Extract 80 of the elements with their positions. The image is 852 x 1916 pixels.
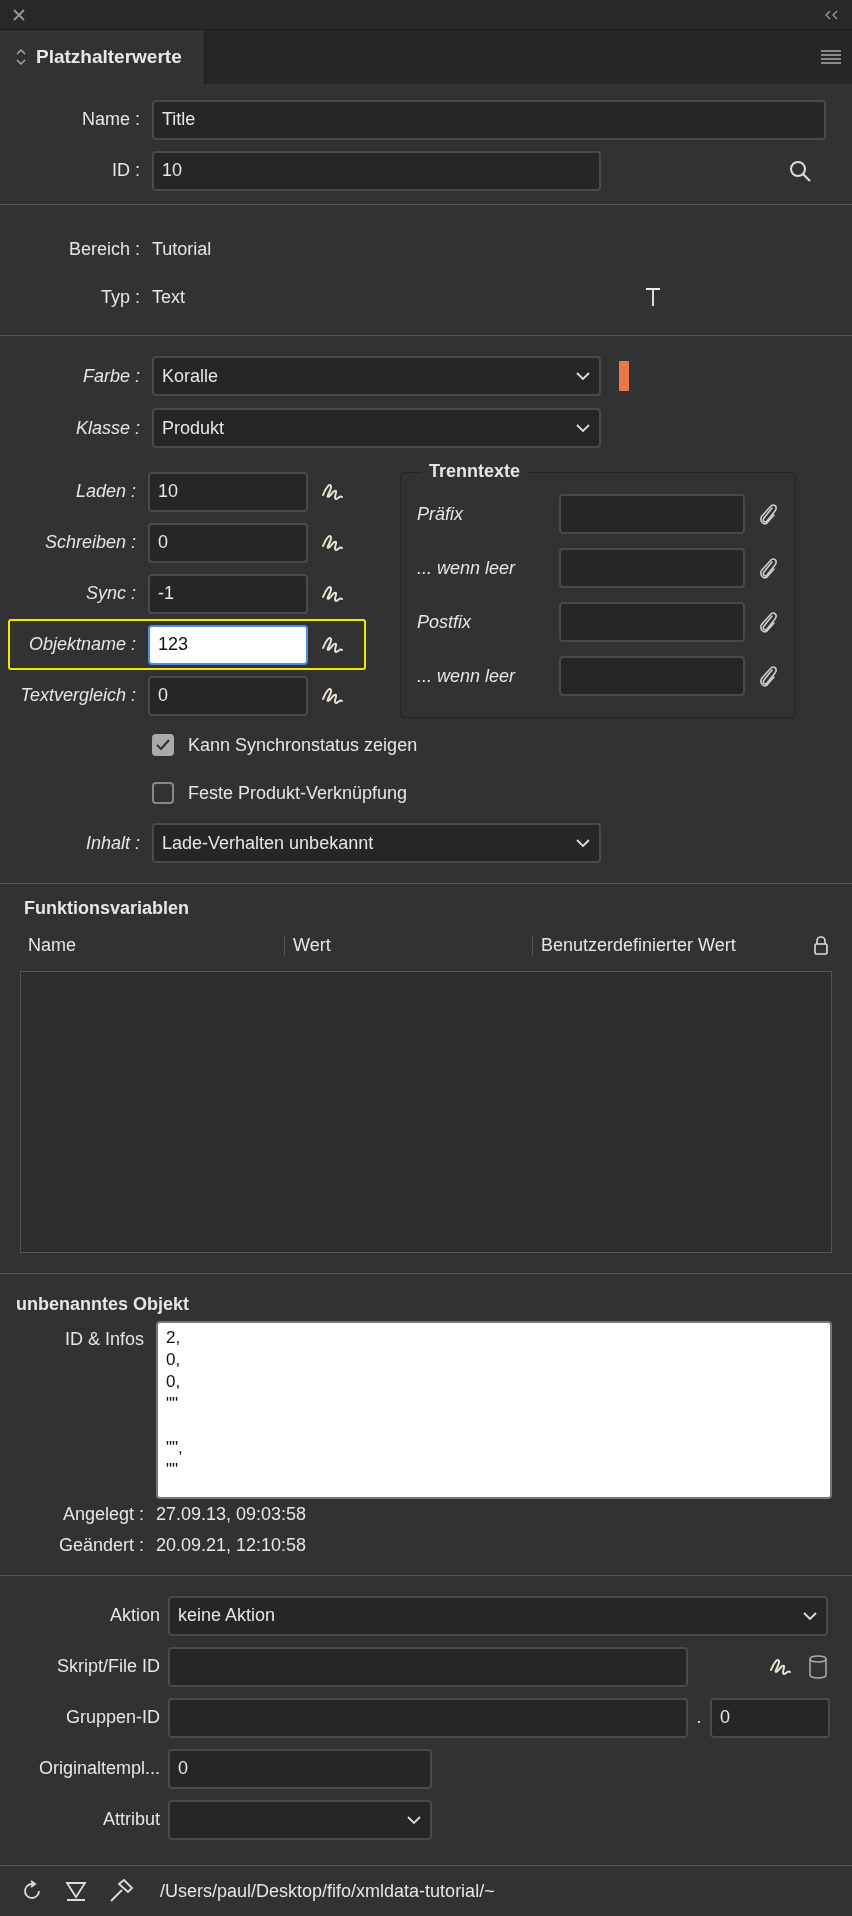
hammer-icon[interactable] xyxy=(108,1878,134,1904)
chevron-down-icon xyxy=(575,838,591,848)
checkmark-icon xyxy=(155,738,171,752)
field-value: Tutorial xyxy=(152,238,212,260)
field-value: Text xyxy=(152,286,185,308)
field-label: Inhalt : xyxy=(84,832,140,854)
lock-icon[interactable] xyxy=(813,935,829,955)
filter-icon[interactable] xyxy=(64,1879,88,1903)
panel-tab[interactable]: Platzhalterwerte xyxy=(0,30,205,84)
field-label: Farbe : xyxy=(81,365,140,387)
separator-dot: . xyxy=(695,1707,703,1728)
search-icon[interactable] xyxy=(788,158,812,183)
text-field[interactable]: Title xyxy=(152,99,826,140)
field-label: Sync : xyxy=(84,583,136,604)
field-label: Postfix xyxy=(417,611,473,633)
menu-icon[interactable] xyxy=(820,49,842,65)
text-field[interactable] xyxy=(168,1697,688,1738)
chevron-down-icon xyxy=(575,423,591,433)
section-title: Funktionsvariablen xyxy=(24,898,191,919)
info-text-area[interactable]: 2, 0, 0, "" "", "" xyxy=(156,1321,832,1499)
field-label: Textvergleich : xyxy=(19,685,136,706)
content-dropdown[interactable]: Lade-Verhalten unbekannt xyxy=(152,823,601,863)
text-field[interactable]: 123 xyxy=(148,624,308,665)
field-label: ID : xyxy=(111,160,140,181)
field-label: Präfix xyxy=(417,503,465,525)
file-path: /Users/paul/Desktop/fifo/xmldata-tutorial/~ xyxy=(160,1880,495,1902)
paperclip-icon[interactable] xyxy=(757,609,779,635)
text-type-icon xyxy=(645,287,661,307)
chevron-down-icon xyxy=(406,1814,422,1825)
field-label: Objektname : xyxy=(27,634,136,655)
text-field[interactable]: 0 xyxy=(168,1748,432,1789)
field-label: Skript/File ID xyxy=(55,1656,160,1677)
field-label: Geändert : xyxy=(57,1535,144,1556)
paperclip-icon[interactable] xyxy=(757,501,779,527)
field-label: Typ : xyxy=(100,286,140,308)
checkbox-label: Feste Produkt-Verknüpfung xyxy=(188,782,408,804)
text-field[interactable]: 0 xyxy=(148,675,308,716)
action-dropdown[interactable]: keine Aktion xyxy=(168,1595,828,1636)
database-icon[interactable] xyxy=(808,1653,828,1680)
field-label: ID & Infos xyxy=(63,1328,144,1351)
field-value: 20.09.21, 12:10:58 xyxy=(156,1535,307,1556)
text-field[interactable]: 10 xyxy=(148,471,308,512)
field-label: Name : xyxy=(80,109,140,130)
text-field[interactable]: 0 xyxy=(148,522,308,563)
column-header[interactable]: Name xyxy=(20,934,285,956)
paperclip-icon[interactable] xyxy=(757,555,779,581)
sort-arrows-icon xyxy=(16,48,26,66)
section-title: unbenanntes Objekt xyxy=(16,1294,191,1315)
chevron-down-icon xyxy=(575,371,591,381)
field-value: 27.09.13, 09:03:58 xyxy=(156,1504,307,1525)
collapse-icon[interactable] xyxy=(824,9,840,20)
chevron-down-icon xyxy=(802,1610,818,1621)
field-label: Laden : xyxy=(74,481,136,502)
field-label: ... wenn leer xyxy=(417,665,517,687)
text-field[interactable]: 0 xyxy=(710,1697,830,1738)
class-dropdown[interactable]: Produkt xyxy=(152,408,601,448)
field-label: Originaltempl... xyxy=(37,1758,160,1779)
text-field[interactable] xyxy=(559,656,745,696)
close-icon[interactable] xyxy=(12,7,26,22)
checkbox[interactable] xyxy=(152,782,174,804)
field-label: Aktion xyxy=(108,1605,160,1626)
column-header[interactable]: Wert xyxy=(285,934,533,956)
checkbox-label: Kann Synchronstatus zeigen xyxy=(188,734,418,756)
field-label: Klasse : xyxy=(74,417,140,439)
text-field[interactable] xyxy=(559,548,745,588)
field-label: ... wenn leer xyxy=(417,557,517,579)
field-label: Angelegt : xyxy=(61,1504,144,1525)
color-dropdown[interactable]: Koralle xyxy=(152,356,601,396)
text-field[interactable] xyxy=(168,1646,688,1687)
field-label: Gruppen-ID xyxy=(64,1707,160,1728)
text-field[interactable] xyxy=(559,494,745,534)
field-label: Attribut xyxy=(101,1809,160,1830)
paperclip-icon[interactable] xyxy=(757,663,779,689)
text-field[interactable]: 10 xyxy=(152,150,601,191)
checkbox[interactable] xyxy=(152,734,174,756)
text-field[interactable] xyxy=(559,602,745,642)
field-label: Bereich : xyxy=(67,238,140,260)
text-field[interactable]: -1 xyxy=(148,573,308,614)
field-label: Schreiben : xyxy=(43,532,136,553)
column-header[interactable]: Benutzerdefinierter Wert xyxy=(533,934,813,956)
